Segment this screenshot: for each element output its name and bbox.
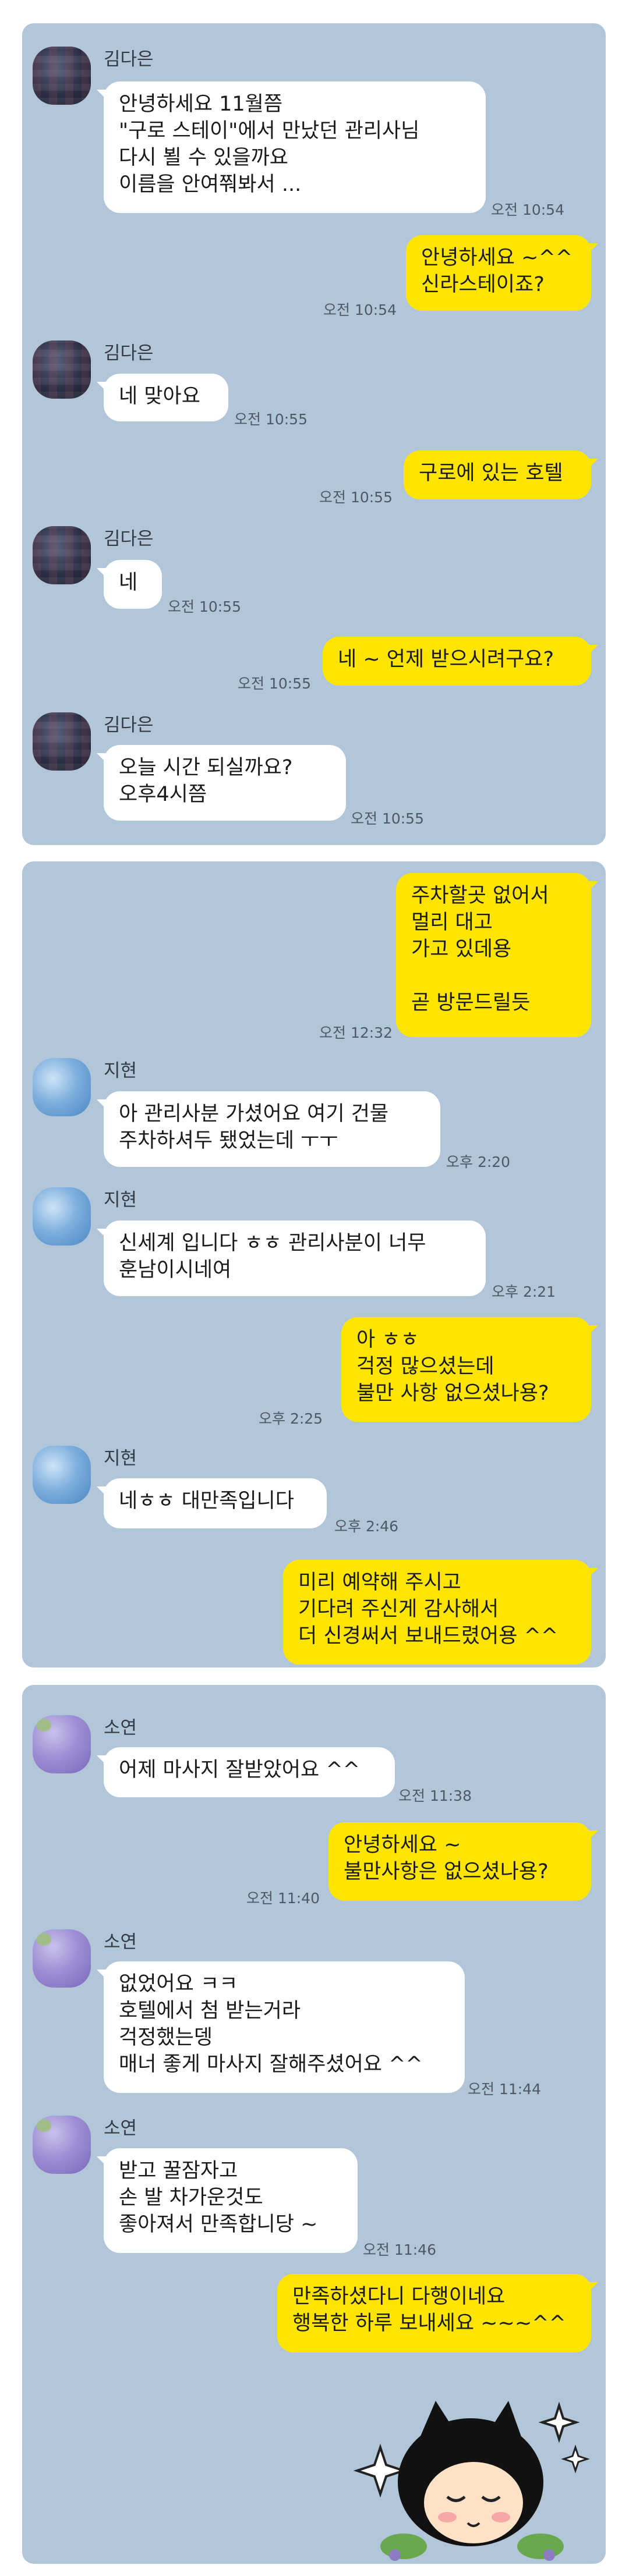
message-time: 오전 10:55 (168, 598, 241, 615)
avatar[interactable] (33, 1715, 91, 1773)
outgoing-message[interactable]: 안녕하세요 ~ 불만사항은 없으셨나용? (328, 1822, 598, 1901)
message-time: 오후 2:20 (446, 1154, 511, 1170)
message-time: 오전 11:44 (468, 2081, 541, 2098)
sender-name: 김다은 (104, 343, 154, 364)
sender-name: 김다은 (104, 49, 154, 70)
message-time: 오전 11:38 (398, 1787, 472, 1804)
message-time: 오전 11:46 (363, 2241, 436, 2258)
outgoing-message[interactable]: 미리 예약해 주시고 기다려 주신게 감사해서 더 신경써서 보내드렸어용 ^^ (283, 1560, 598, 1665)
incoming-message[interactable]: 신세계 입니다 ㅎㅎ 관리사분이 너무 훈남이시네여 (97, 1220, 486, 1296)
incoming-message[interactable]: 안녕하세요 11월쯤 "구로 스테이"에서 만났던 관리사님 다시 뵐 수 있을… (97, 81, 486, 213)
sender-name: 지현 (104, 1060, 137, 1081)
message-time: 오전 10:55 (238, 675, 311, 692)
avatar[interactable] (33, 526, 91, 584)
incoming-message[interactable]: 아 관리사분 가셨어요 여기 건물 주차하셔두 됐었는데 ㅜㅜ (97, 1091, 440, 1167)
message-time: 오전 10:54 (491, 201, 564, 218)
outgoing-message[interactable]: 안녕하세요 ~^^ 신라스테이죠? (406, 235, 598, 311)
message-time: 오전 12:32 (319, 1024, 393, 1041)
message-time: 오전 10:54 (323, 301, 397, 318)
chat-panel-3: 소연 어제 마사지 잘받았어요 ^^ 오전 11:38 안녕하세요 ~ 불만사항… (22, 1685, 606, 2564)
message-time: 오전 10:55 (234, 411, 308, 428)
outgoing-message[interactable]: 만족하셨다니 다행이네요 행복한 하루 보내세요 ~~~^^ (277, 2274, 598, 2353)
avatar[interactable] (33, 1446, 91, 1504)
outgoing-message[interactable]: 아 ㅎㅎ 걱정 많으셨는데 불만 사항 없으셨나용? (341, 1317, 598, 1422)
sender-name: 소연 (104, 1718, 137, 1738)
avatar[interactable] (33, 1187, 91, 1246)
avatar[interactable] (33, 2116, 91, 2174)
incoming-message[interactable]: 없었어요 ㅋㅋ 호텔에서 첨 받는거라 걱정했는뎅 매너 좋게 마사지 잘해주셨… (97, 1961, 465, 2093)
sender-name: 지현 (104, 1448, 137, 1469)
chat-panel-2: 주차할곳 없어서 멀리 대고 가고 있데용 곧 방문드릴듯 오전 12:32 지… (22, 861, 606, 1667)
incoming-message[interactable]: 어제 마사지 잘받았어요 ^^ (97, 1747, 395, 1797)
outgoing-message[interactable]: 주차할곳 없어서 멀리 대고 가고 있데용 곧 방문드릴듯 (396, 873, 598, 1037)
incoming-message[interactable]: 네 (97, 560, 162, 609)
message-time: 오후 2:21 (492, 1283, 556, 1300)
message-time: 오후 2:46 (334, 1518, 399, 1535)
incoming-message[interactable]: 받고 꿀잠자고 손 발 차가운것도 좋아져서 만족합니당 ~ (97, 2148, 358, 2253)
message-time: 오후 2:25 (259, 1410, 323, 1427)
incoming-message[interactable]: 오늘 시간 되실까요? 오후4시쯤 (97, 745, 346, 821)
message-time: 오전 11:40 (246, 1890, 320, 1907)
sender-name: 김다은 (104, 528, 154, 549)
avatar[interactable] (33, 1058, 91, 1116)
message-time: 오전 10:55 (351, 810, 424, 827)
sender-name: 김다은 (104, 715, 154, 736)
incoming-message[interactable]: 네ㅎㅎ 대만족입니다 (97, 1478, 327, 1528)
outgoing-message[interactable]: 네 ~ 언제 받으시려구요? (323, 637, 598, 686)
avatar[interactable] (33, 47, 91, 105)
sender-name: 소연 (104, 1932, 137, 1953)
black-cat-sticker (348, 2354, 599, 2564)
sender-name: 소연 (104, 2118, 137, 2139)
message-time: 오전 10:55 (319, 489, 393, 506)
chat-panel-1: 김다은 안녕하세요 11월쯤 "구로 스테이"에서 만났던 관리사님 다시 뵐 … (22, 23, 606, 845)
outgoing-message[interactable]: 구로에 있는 호텔 (404, 450, 598, 499)
sender-name: 지현 (104, 1190, 137, 1211)
avatar[interactable] (33, 712, 91, 771)
avatar[interactable] (33, 1929, 91, 1988)
incoming-message[interactable]: 네 맞아요 (97, 374, 228, 421)
avatar[interactable] (33, 340, 91, 399)
